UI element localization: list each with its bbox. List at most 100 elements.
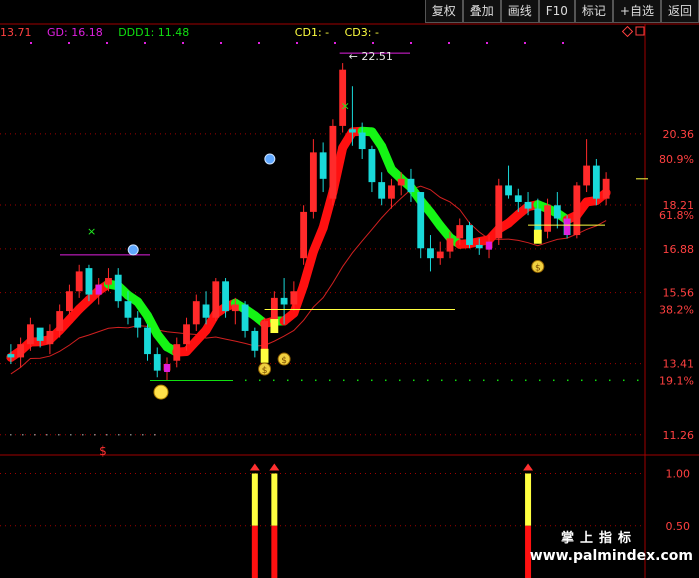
gd-dot xyxy=(334,42,336,44)
dot-mark-green xyxy=(623,379,625,382)
toolbar: 复权 叠加 画线 F10 标记 +自选 返回 xyxy=(424,0,699,24)
candle-body xyxy=(46,330,54,345)
sub-tick-label: 1.00 xyxy=(666,468,691,481)
dot-mark-green xyxy=(525,379,527,382)
candle-body xyxy=(66,291,73,312)
dot-mark xyxy=(58,434,60,436)
candle-body xyxy=(602,178,610,199)
add-watchlist-button[interactable]: +自选 xyxy=(612,0,661,23)
dot-mark-green xyxy=(427,379,429,382)
dot-mark xyxy=(118,434,120,436)
candle-body xyxy=(56,311,64,331)
dot-mark-green xyxy=(273,379,275,382)
candle-body xyxy=(231,304,239,312)
dot-mark xyxy=(70,434,72,436)
candle-body xyxy=(17,344,25,358)
candle-body xyxy=(466,225,473,245)
dot-mark xyxy=(82,434,84,436)
gd-dot xyxy=(372,42,374,44)
candle-body xyxy=(505,185,512,196)
candle-body xyxy=(378,182,386,199)
sub-signal-bar-yellow xyxy=(251,473,258,526)
candle-body xyxy=(36,327,44,341)
candle-body xyxy=(495,185,503,239)
candle-body xyxy=(114,274,122,302)
up-arrow-icon xyxy=(523,463,534,471)
candle-body xyxy=(309,152,317,212)
candle-body xyxy=(368,149,376,183)
signal-box-magenta xyxy=(486,241,492,250)
dot-mark xyxy=(34,434,36,436)
gd-dot xyxy=(562,42,564,44)
dot-mark-green xyxy=(385,379,387,382)
candle-body xyxy=(388,185,395,199)
gd-dot xyxy=(68,42,70,44)
candle-body xyxy=(348,129,356,133)
up-arrow-icon xyxy=(249,463,260,471)
pct-tick-label: 38.2% xyxy=(659,303,694,316)
dot-mark xyxy=(106,434,108,436)
square-icon xyxy=(635,26,645,36)
signal-box-magenta xyxy=(164,364,170,373)
dot-mark-green xyxy=(399,379,401,382)
smiley-icon xyxy=(153,384,169,400)
overlay-button[interactable]: 叠加 xyxy=(462,0,501,23)
restore-rights-button[interactable]: 复权 xyxy=(424,0,463,23)
mark-button[interactable]: 标记 xyxy=(574,0,613,23)
sub-signal-bar-red xyxy=(251,525,258,578)
dot-mark-green xyxy=(455,379,457,382)
f10-button[interactable]: F10 xyxy=(538,0,575,23)
dot-mark xyxy=(142,434,144,436)
blue-ball-icon xyxy=(127,244,139,256)
dot-mark-green xyxy=(497,379,499,382)
dot-mark xyxy=(46,434,48,436)
candle-body xyxy=(436,251,444,259)
dot-mark-green xyxy=(637,379,639,382)
candle-body xyxy=(583,165,591,186)
kline-chart: 20.3618.2116.8815.5613.4111.2680.9%61.8%… xyxy=(0,23,699,578)
dot-mark-green xyxy=(301,379,303,382)
price-tick-label: 13.41 xyxy=(663,358,695,371)
candle-body xyxy=(202,304,210,318)
dot-mark-green xyxy=(329,379,331,382)
candle-body xyxy=(300,211,308,259)
dot-mark xyxy=(10,434,12,436)
dot-mark-green xyxy=(511,379,513,382)
candle-body xyxy=(251,330,259,351)
signal-box-yellow xyxy=(260,348,269,363)
dot-mark-green xyxy=(539,379,541,382)
dot-mark-green xyxy=(581,379,583,382)
gd-dot xyxy=(144,42,146,44)
gd-dot xyxy=(182,42,184,44)
dot-mark-green xyxy=(287,379,289,382)
cross-mark-icon: × xyxy=(341,99,350,112)
signal-box-yellow xyxy=(533,229,542,244)
candle-body xyxy=(573,185,581,236)
candle-body xyxy=(144,327,151,355)
money-bag-icon: $ xyxy=(277,352,291,366)
dot-mark xyxy=(94,434,96,436)
candle-body xyxy=(417,192,425,249)
candle-body xyxy=(173,344,181,361)
gd-dot xyxy=(258,42,260,44)
dot-mark-green xyxy=(371,379,373,382)
pct-tick-label: 61.8% xyxy=(659,209,694,222)
candle-body xyxy=(280,297,288,305)
gd-dot xyxy=(30,42,32,44)
blue-ball-icon xyxy=(264,153,276,165)
money-bag-icon: $ xyxy=(531,259,545,273)
dot-mark xyxy=(154,434,156,436)
back-button[interactable]: 返回 xyxy=(660,0,699,23)
gd-dot xyxy=(524,42,526,44)
candle-body xyxy=(475,244,483,249)
candle-body xyxy=(397,178,405,186)
dot-mark-green xyxy=(441,379,443,382)
signal-box-yellow xyxy=(270,319,279,334)
candle-body xyxy=(105,278,112,285)
candle-body xyxy=(212,281,220,318)
candle-body xyxy=(553,205,561,219)
draw-line-button[interactable]: 画线 xyxy=(500,0,539,23)
dot-mark-green xyxy=(343,379,345,382)
dot-mark-green xyxy=(553,379,555,382)
candle-body xyxy=(534,208,542,232)
